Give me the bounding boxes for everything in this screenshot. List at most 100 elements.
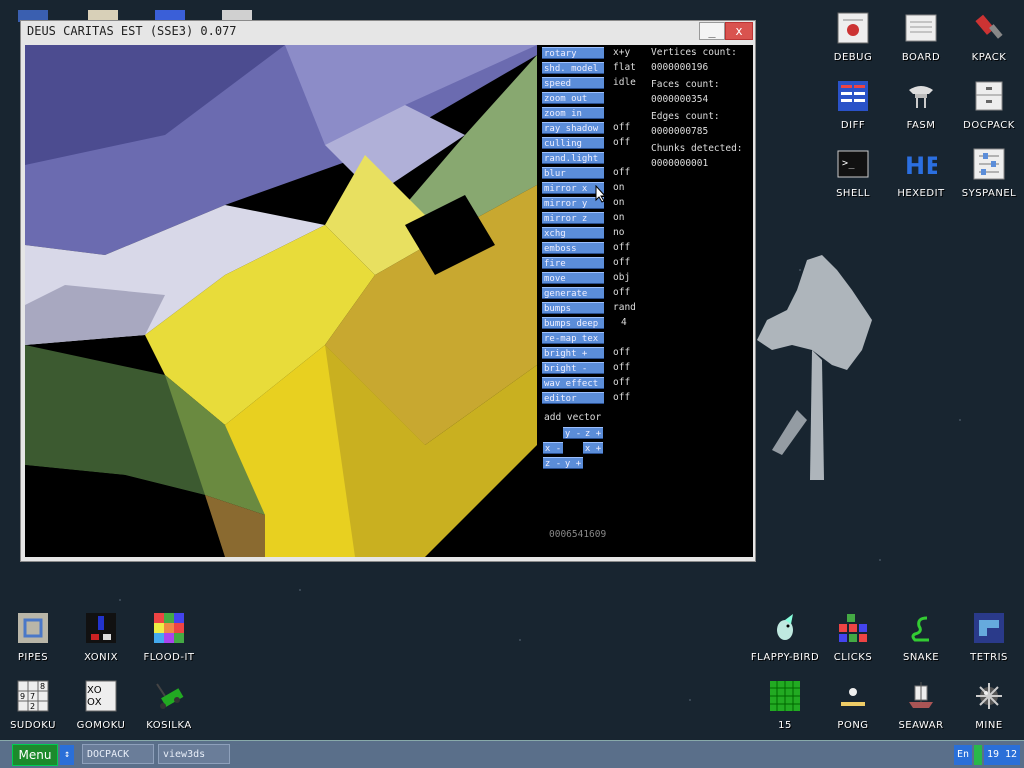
mirror-z-button[interactable]: mirror z (542, 212, 604, 224)
ray-shadow-button[interactable]: ray shadow (542, 122, 604, 134)
desktop-icon-pipes[interactable]: PIPES (0, 612, 68, 663)
desktop-icon-xonix[interactable]: XONIX (66, 612, 136, 663)
svg-text:8: 8 (40, 682, 46, 691)
syspanel-icon (973, 148, 1005, 180)
svg-text:OX: OX (87, 697, 102, 708)
desktop-icon-seawar[interactable]: SEAWAR (886, 680, 956, 731)
rotary-value: x+y (613, 47, 631, 58)
task-docpack[interactable]: DOCPACK (82, 744, 154, 764)
desktop-icon-kpack[interactable]: KPACK (954, 12, 1024, 63)
re-map-tex-button[interactable]: re-map tex (542, 332, 604, 344)
desktop-icon-flappy-bird[interactable]: FLAPPY-BIRD (750, 612, 820, 663)
vector-y-plus-button[interactable]: y + (563, 457, 583, 469)
move-value: obj (613, 272, 631, 283)
fire-button[interactable]: fire (542, 257, 604, 269)
xonix-icon (86, 613, 116, 643)
xchg-button[interactable]: xchg (542, 227, 604, 239)
svg-text:2: 2 (30, 702, 36, 711)
bumps-value: rand (613, 302, 636, 313)
emboss-button[interactable]: emboss (542, 242, 604, 254)
desktop-icon-snake[interactable]: SNAKE (886, 612, 956, 663)
vector-x-minus-button[interactable]: x - (543, 442, 563, 454)
tree-wallpaper-graphic (757, 255, 872, 480)
editor-value: off (613, 392, 631, 403)
svg-text:>_: >_ (842, 158, 856, 169)
generate-button[interactable]: generate (542, 287, 604, 299)
rotary-button[interactable]: rotary (542, 47, 604, 59)
zoom-in-button[interactable]: zoom in (542, 107, 604, 119)
fifteen-icon (770, 681, 800, 711)
mirror-y-value: on (613, 197, 625, 208)
vector-z-minus-button[interactable]: z - (543, 457, 563, 469)
desktop-icon-gomoku[interactable]: XO OX GOMOKU (66, 680, 136, 731)
desktop-icon-sudoku[interactable]: 9782 SUDOKU (0, 680, 68, 731)
desktop-icon-syspanel[interactable]: SYSPANEL (954, 148, 1024, 199)
3d-viewport[interactable] (25, 45, 537, 557)
move-button[interactable]: move (542, 272, 604, 284)
task-switch-button[interactable]: ↕ (60, 745, 74, 765)
diff-icon (838, 81, 868, 111)
mirror-z-value: on (613, 212, 625, 223)
vertices-count-value: 0000000196 (651, 62, 709, 73)
speed-value: idle (613, 77, 636, 88)
zoom-out-button[interactable]: zoom out (542, 92, 604, 104)
language-indicator[interactable]: En (954, 745, 972, 765)
flood-it-icon (154, 613, 184, 643)
bright-minus-button[interactable]: bright - (542, 362, 604, 374)
desktop-icon-debug[interactable]: DEBUG (818, 12, 888, 63)
clock[interactable]: 19 12 (984, 745, 1020, 765)
blur-button[interactable]: blur (542, 167, 604, 179)
bumps-button[interactable]: bumps (542, 302, 604, 314)
shd-model-button[interactable]: shd. model (542, 62, 604, 74)
view3ds-window[interactable]: DEUS CARITAS EST (SSE3) 0.077 _ x rotary… (20, 20, 756, 562)
rand-light-button[interactable]: rand.light (542, 152, 604, 164)
snake-icon (911, 616, 929, 642)
sudoku-icon: 9 78 2 (17, 680, 49, 712)
speed-button[interactable]: speed (542, 77, 604, 89)
desktop-icon-mine[interactable]: MINE (954, 680, 1024, 731)
desktop-icon-diff[interactable]: DIFF (818, 80, 888, 131)
culling-value: off (613, 137, 631, 148)
desktop-icon-tetris[interactable]: TETRIS (954, 612, 1024, 663)
tetris-icon (974, 613, 1004, 643)
bright-plus-button[interactable]: bright + (542, 347, 604, 359)
desktop-icon-pong[interactable]: PONG (818, 680, 888, 731)
desktop-icon-shell[interactable]: >_ SHELL (818, 148, 888, 199)
status-indicator (974, 745, 982, 765)
xchg-value: no (613, 227, 625, 238)
desktop-icon-docpack[interactable]: DOCPACK (954, 80, 1024, 131)
desktop-icon-flood-it[interactable]: FLOOD-IT (134, 612, 204, 663)
desktop-icon-kosilka[interactable]: KOSILKA (134, 680, 204, 731)
vector-y-minus-button[interactable]: y - (563, 427, 583, 439)
close-button[interactable]: x (725, 22, 753, 40)
clicks-icon (839, 614, 867, 642)
wav-effect-value: off (613, 377, 631, 388)
editor-button[interactable]: editor (542, 392, 604, 404)
shell-icon: >_ (837, 150, 869, 178)
task-view3ds[interactable]: view3ds (158, 744, 230, 764)
pong-icon (841, 688, 865, 706)
minimize-button[interactable]: _ (699, 22, 725, 40)
blur-value: off (613, 167, 631, 178)
desktop-icon-15[interactable]: 15 (750, 680, 820, 731)
hexedit-icon: HE (905, 152, 937, 180)
svg-text:XO: XO (87, 685, 102, 696)
vector-z-plus-button[interactable]: z + (583, 427, 603, 439)
bumps-deep-button[interactable]: bumps deep (542, 317, 604, 329)
desktop-icon-hexedit[interactable]: HE HEXEDIT (886, 148, 956, 199)
desktop-icon-clicks[interactable]: CLICKS (818, 612, 888, 663)
generate-value: off (613, 287, 631, 298)
menu-button[interactable]: Menu (12, 744, 58, 766)
mirror-x-value: on (613, 182, 625, 193)
shd-model-value: flat (613, 62, 636, 73)
vector-x-plus-button[interactable]: x + (583, 442, 603, 454)
debug-icon (837, 12, 869, 44)
culling-button[interactable]: culling (542, 137, 604, 149)
desktop-icon-fasm[interactable]: FASM (886, 80, 956, 131)
3d-scene-render (25, 45, 537, 557)
desktop-icon-board[interactable]: BOARD (886, 12, 956, 63)
mine-icon (976, 683, 1002, 709)
faces-count-label: Faces count: (651, 79, 720, 90)
svg-text:9: 9 (20, 692, 26, 701)
wav-effect-button[interactable]: wav effect (542, 377, 604, 389)
